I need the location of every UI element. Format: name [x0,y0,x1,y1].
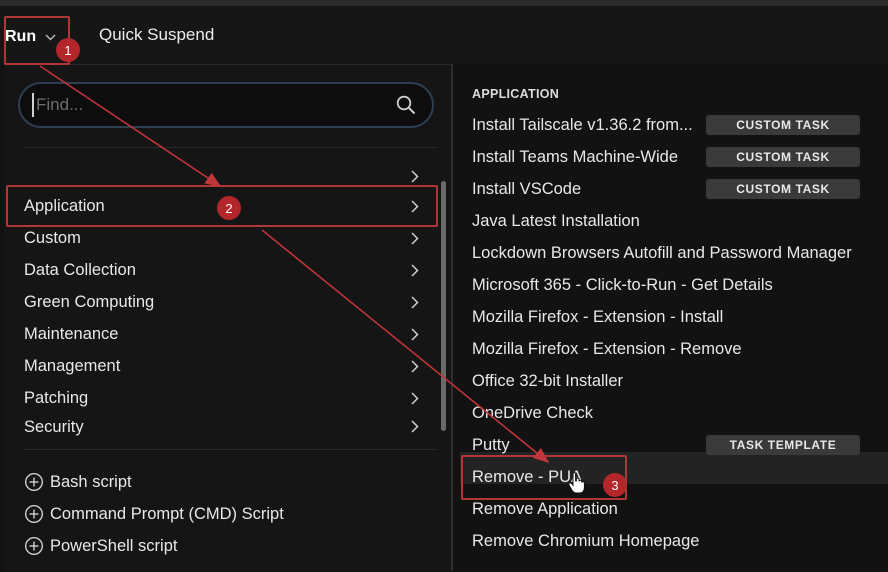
toolbar: Run Quick Suspend [0,6,888,64]
chevron-right-icon [411,419,419,433]
plus-circle-icon [24,472,44,492]
run-button[interactable]: Run [5,17,64,57]
task-item[interactable]: Mozilla Firefox - Extension - Remove [472,334,888,364]
hand-cursor-icon [568,472,585,494]
task-label: Lockdown Browsers Autofill and Password … [472,243,852,262]
chevron-right-icon [411,263,419,277]
divider [24,449,437,450]
category-item-patching[interactable]: Patching [24,383,422,413]
add-powershell-script[interactable]: PowerShell script [24,533,177,559]
task-label: Mozilla Firefox - Extension - Install [472,307,724,326]
chevron-right-icon [411,391,419,405]
chevron-right-icon [411,231,419,245]
task-label: Mozilla Firefox - Extension - Remove [472,339,742,358]
quick-suspend-button[interactable]: Quick Suspend [99,25,214,45]
chevron-right-icon [411,295,419,309]
add-cmd-script[interactable]: Command Prompt (CMD) Script [24,501,284,527]
task-label: OneDrive Check [472,403,594,422]
category-label: Application [24,196,105,215]
script-label: PowerShell script [50,536,178,555]
category-item-custom[interactable]: Custom [24,223,422,253]
task-template-badge: TASK TEMPLATE [706,435,860,455]
search-input[interactable] [32,93,376,117]
task-label: Office 32-bit Installer [472,371,624,390]
category-item-green-computing[interactable]: Green Computing [24,287,422,317]
category-item-management[interactable]: Management [24,351,422,381]
custom-task-badge: CUSTOM TASK [706,179,860,199]
task-label: Putty [472,435,510,454]
category-item-maintenance[interactable]: Maintenance [24,319,422,349]
task-item[interactable]: Microsoft 365 - Click-to-Run - Get Detai… [472,270,888,300]
category-item-security[interactable]: Security [24,415,422,437]
category-label: Management [24,356,121,375]
task-item[interactable]: Java Latest Installation [472,206,888,236]
category-panel: Application Custom Data Collection Green… [4,64,451,572]
chevron-right-icon [411,359,419,373]
search-box [18,82,434,128]
category-label: Custom [24,228,81,247]
chevron-down-icon [45,34,56,40]
chevron-right-icon [411,169,419,183]
run-button-label: Run [5,28,37,45]
task-label: Install Teams Machine-Wide [472,147,679,166]
chevron-right-icon [411,199,419,213]
category-item-blank[interactable] [24,161,422,191]
task-item-remove-pua[interactable]: Remove - PUA [472,462,888,492]
category-item-application[interactable]: Application [24,191,422,221]
plus-circle-icon [24,504,44,524]
task-label: Install VSCode [472,179,582,198]
task-item[interactable]: OneDrive Check [472,398,888,428]
chevron-right-icon [411,327,419,341]
script-label: Bash script [50,472,132,491]
task-label: Remove - PUA [472,467,583,486]
category-scrollbar[interactable] [441,181,446,431]
task-item[interactable]: Remove Chromium Homepage [472,526,888,556]
category-item-data-collection[interactable]: Data Collection [24,255,422,285]
custom-task-badge: CUSTOM TASK [706,147,860,167]
category-label: Maintenance [24,324,119,343]
task-item[interactable]: Office 32-bit Installer [472,366,888,396]
plus-circle-icon [24,536,44,556]
task-item[interactable]: Remove Application [472,494,888,524]
task-item[interactable]: Lockdown Browsers Autofill and Password … [472,238,888,268]
category-label: Security [24,418,84,436]
task-label: Java Latest Installation [472,211,640,230]
task-label: Install Tailscale v1.36.2 from... [472,115,693,134]
add-bash-script[interactable]: Bash script [24,469,132,495]
task-item[interactable]: Mozilla Firefox - Extension - Install [472,302,888,332]
section-heading: APPLICATION [472,87,560,101]
divider [24,147,437,148]
task-panel: APPLICATION Install Tailscale v1.36.2 fr… [453,64,888,571]
script-label: Command Prompt (CMD) Script [50,504,284,523]
task-label: Remove Application [472,499,618,518]
category-label: Green Computing [24,292,155,311]
category-label: Data Collection [24,260,136,279]
category-label: Patching [24,388,89,407]
search-icon[interactable] [396,95,416,115]
task-label: Remove Chromium Homepage [472,531,700,550]
task-label: Microsoft 365 - Click-to-Run - Get Detai… [472,275,773,294]
custom-task-badge: CUSTOM TASK [706,115,860,135]
